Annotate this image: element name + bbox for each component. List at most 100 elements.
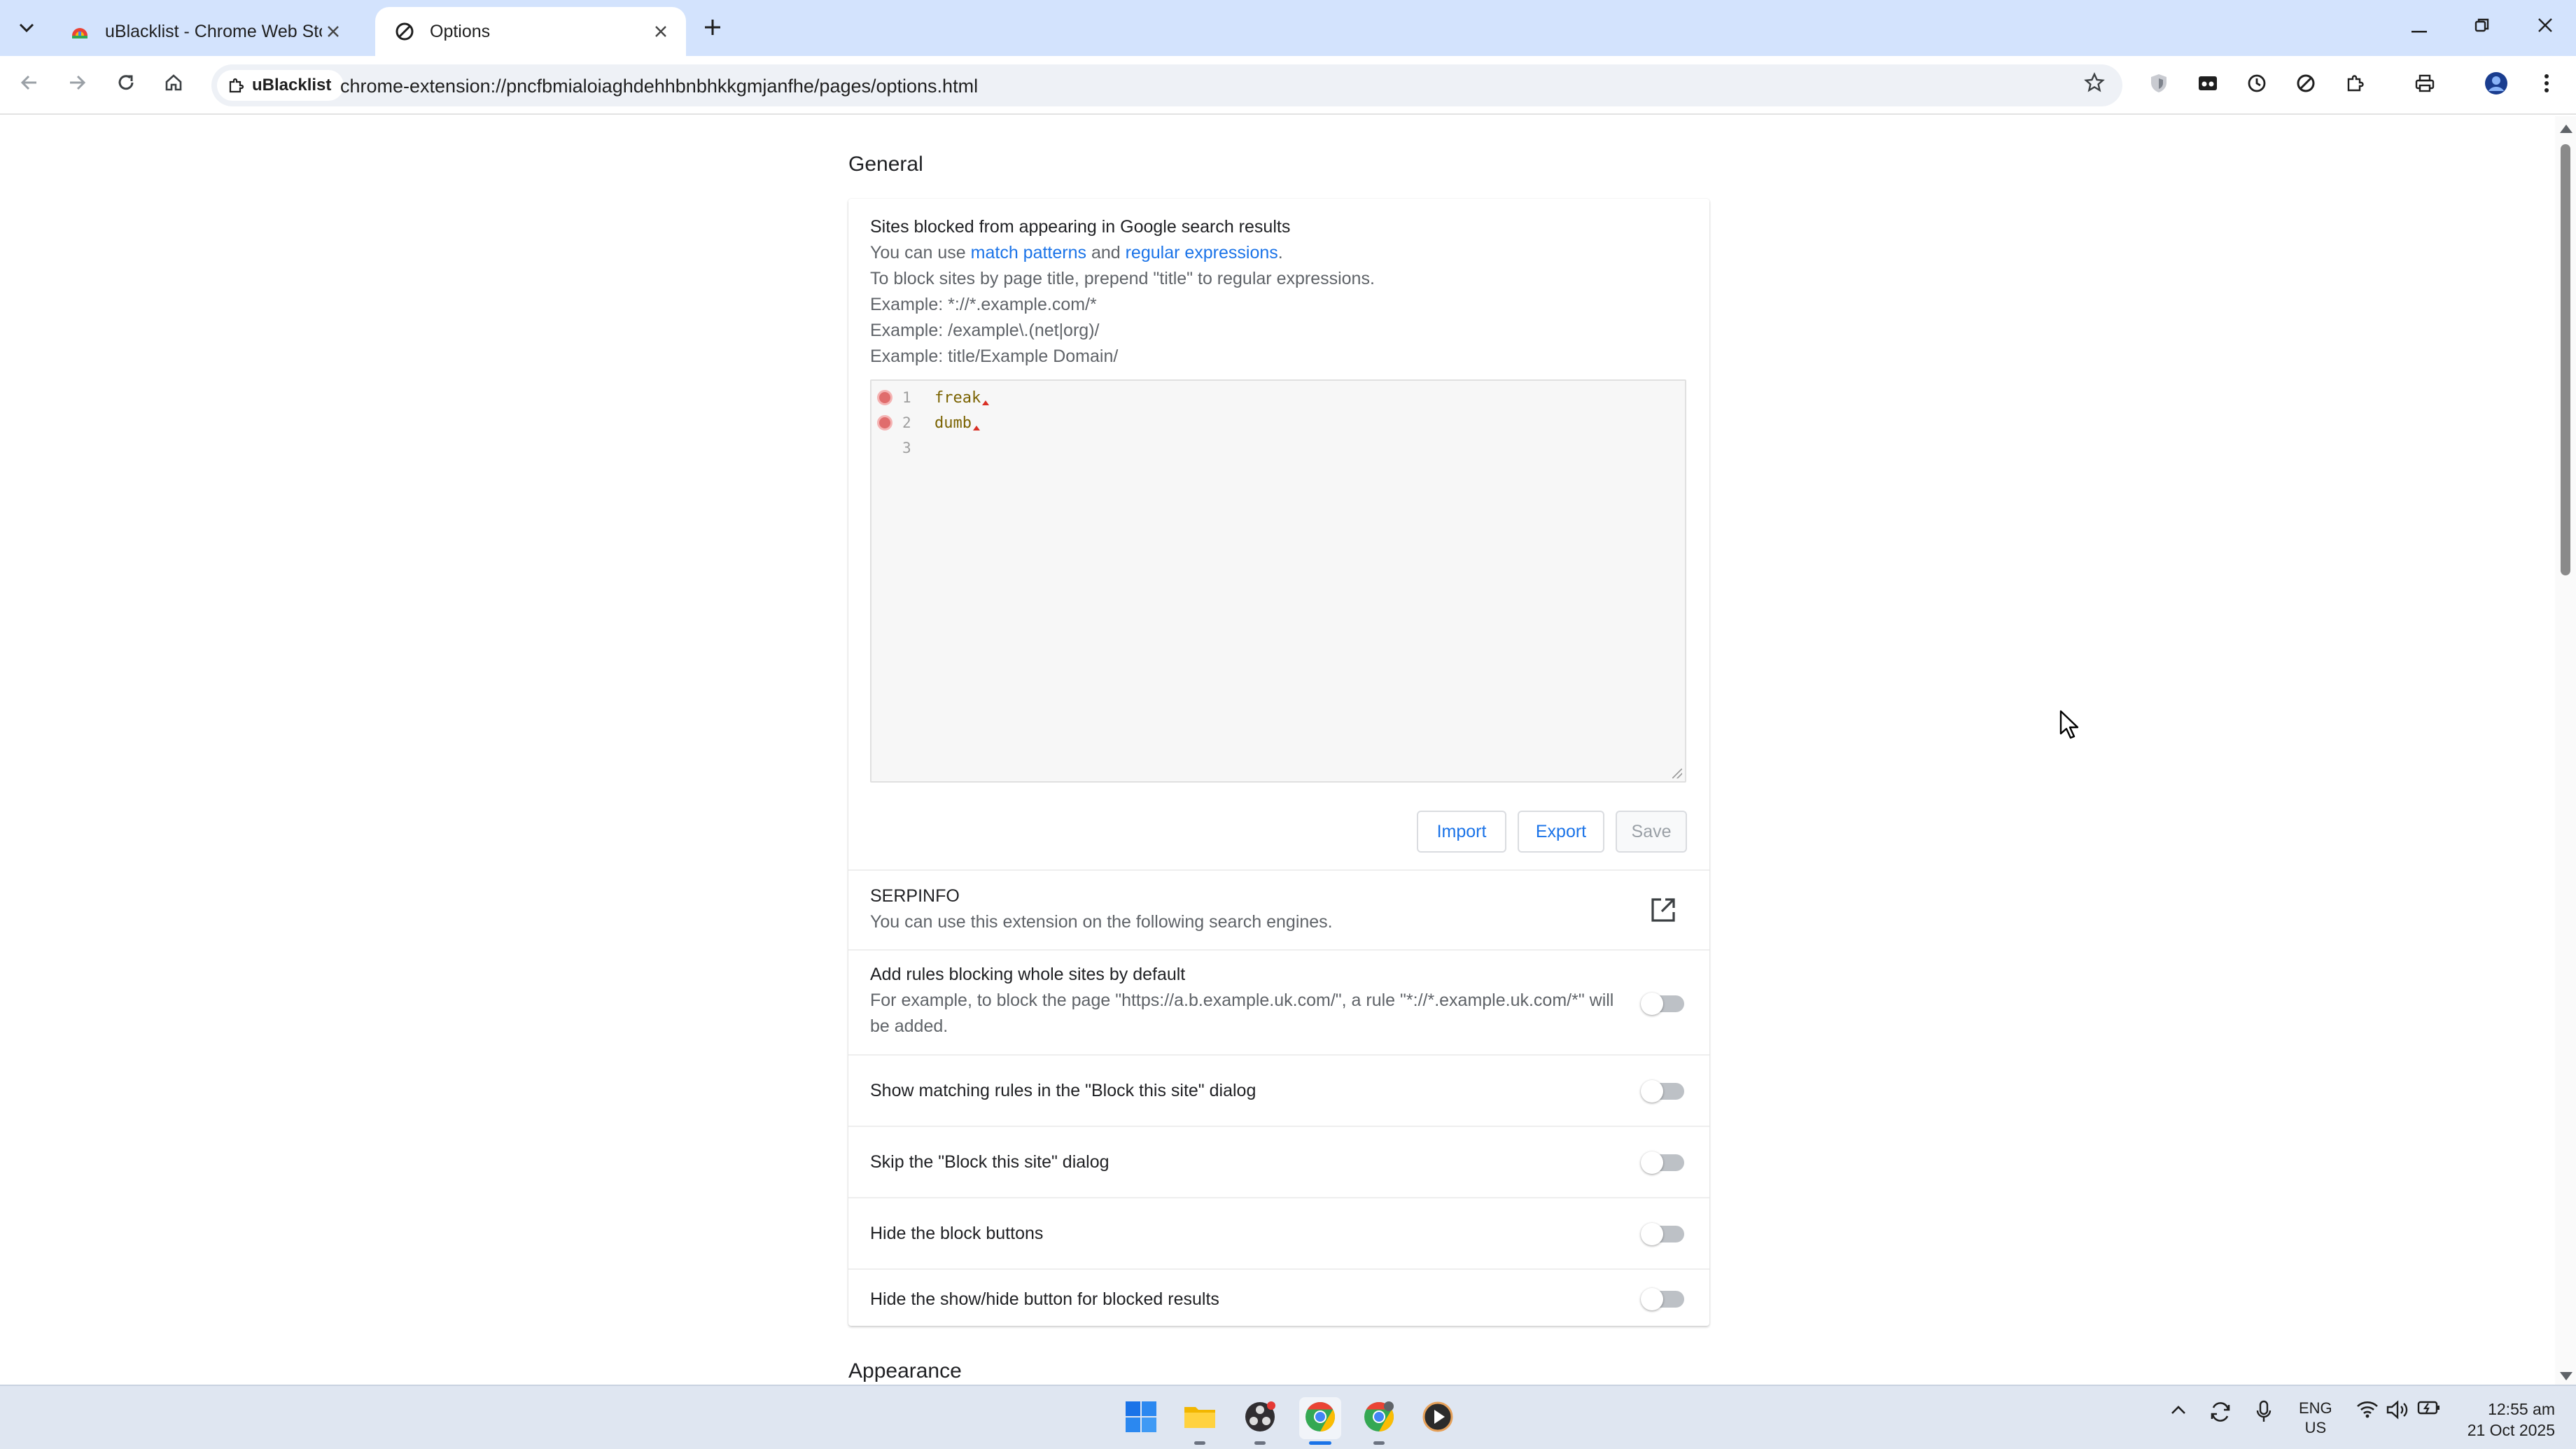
minimize-button[interactable] (2391, 7, 2447, 46)
ublacklist-extension-button[interactable] (2289, 69, 2323, 102)
tab-search-button[interactable] (10, 10, 43, 43)
setting-title: Hide the show/hide button for blocked re… (870, 1289, 1219, 1309)
language-indicator[interactable]: ENG US (2299, 1399, 2332, 1438)
tab-web-store[interactable]: uBlacklist - Chrome Web Store (50, 7, 358, 56)
toggle-show-matching-rules[interactable] (1641, 1080, 1684, 1102)
battery-tray-button[interactable] (2415, 1400, 2443, 1420)
general-settings-card: Sites blocked from appearing in Google s… (848, 199, 1709, 1326)
chevron-up-icon (2171, 1400, 2186, 1420)
regular-expressions-link[interactable]: regular expressions (1126, 243, 1278, 262)
home-button[interactable] (157, 69, 190, 102)
new-tab-button[interactable] (697, 13, 728, 43)
open-in-new-icon[interactable] (1648, 895, 1679, 925)
reload-button[interactable] (109, 69, 143, 102)
toggle-hide-show-hide-button[interactable] (1641, 1288, 1684, 1310)
obs-app-button[interactable] (1239, 1397, 1281, 1445)
scrollbar-thumb[interactable] (2561, 144, 2570, 575)
resize-handle[interactable] (1672, 769, 1682, 778)
line-number: 3 (902, 440, 911, 456)
setting-row-add-rules-whole-sites[interactable]: Add rules blocking whole sites by defaul… (848, 949, 1709, 1054)
close-tab-icon[interactable] (650, 20, 672, 43)
volume-tray-button[interactable] (2383, 1400, 2411, 1424)
chrome-app-button[interactable] (1299, 1397, 1341, 1445)
close-icon (2538, 15, 2553, 38)
print-button[interactable] (2408, 69, 2442, 102)
forward-button[interactable] (60, 69, 94, 102)
shield-extension-button[interactable] (2142, 69, 2176, 102)
running-indicator (1194, 1441, 1205, 1445)
setting-title: Show matching rules in the "Block this s… (870, 1081, 1256, 1100)
setting-title: Skip the "Block this site" dialog (870, 1152, 1110, 1172)
export-button[interactable]: Export (1518, 811, 1604, 853)
history-extension-button[interactable] (2240, 69, 2274, 102)
clock[interactable]: 12:55 am 21 Oct 2025 (2450, 1399, 2555, 1441)
microphone-tray-button[interactable] (2250, 1400, 2278, 1429)
line-number: 1 (902, 389, 911, 406)
rule-text[interactable]: dumb (934, 414, 980, 432)
restore-button[interactable] (2454, 7, 2510, 46)
incognito-extension-button[interactable] (2191, 69, 2225, 102)
file-explorer-button[interactable] (1179, 1397, 1221, 1445)
line-number: 2 (902, 414, 911, 431)
setting-text: Add rules blocking whole sites by defaul… (870, 962, 1625, 1040)
serpinfo-title: SERPINFO (870, 886, 960, 906)
media-player-button[interactable] (1417, 1397, 1459, 1439)
title-hint: To block sites by page title, prepend "t… (870, 269, 1375, 288)
setting-row-hide-block-buttons[interactable]: Hide the block buttons (848, 1197, 1709, 1268)
close-tab-icon[interactable] (322, 20, 344, 43)
plus-icon (704, 13, 722, 43)
setting-desc: For example, to block the page "https://… (870, 990, 1614, 1036)
appearance-heading: Appearance (848, 1359, 962, 1382)
obs-icon (1243, 1400, 1277, 1437)
rule-text[interactable]: freak (934, 389, 989, 407)
clock-date: 21 Oct 2025 (2467, 1421, 2555, 1439)
setting-text: Hide the block buttons (870, 1221, 1688, 1247)
avatar-icon (2484, 71, 2509, 101)
toggle-add-rules-whole-sites[interactable] (1641, 993, 1684, 1015)
back-button[interactable] (13, 69, 46, 102)
play-circle-icon (1421, 1400, 1455, 1437)
page-scrollbar[interactable] (2555, 116, 2576, 1385)
chrome-menu-button[interactable] (2530, 69, 2563, 102)
toggle-skip-block-dialog[interactable] (1641, 1152, 1684, 1174)
start-button[interactable] (1120, 1397, 1162, 1439)
windows-logo-icon (1125, 1401, 1157, 1436)
options-page: General Sites blocked from appearing in … (0, 116, 2555, 1385)
bookmark-star-button[interactable] (2079, 70, 2110, 101)
error-marker-icon[interactable] (877, 415, 892, 430)
serpinfo-text: SERPINFO You can use this extension on t… (870, 883, 1688, 935)
folder-icon (1183, 1403, 1217, 1434)
incognito-icon (2197, 74, 2218, 98)
help-text: and (1086, 243, 1126, 262)
match-patterns-link[interactable]: match patterns (971, 243, 1086, 262)
show-hidden-icons-button[interactable] (2166, 1400, 2191, 1420)
scroll-up-arrow-icon[interactable] (2560, 125, 2572, 133)
profile-avatar-button[interactable] (2479, 69, 2513, 102)
chrome-icon (1303, 1400, 1337, 1437)
serpinfo-row[interactable]: SERPINFO You can use this extension on t… (848, 869, 1709, 949)
setting-row-hide-show-hide-button[interactable]: Hide the show/hide button for blocked re… (848, 1268, 1709, 1326)
blocked-sites-help: You can use match patterns and regular e… (870, 240, 1688, 266)
chrome-profile-app-button[interactable] (1358, 1397, 1400, 1445)
rules-editor[interactable]: 1 freak 2 dumb 3 (870, 379, 1686, 783)
clock-time: 12:55 am (2488, 1400, 2555, 1418)
wifi-tray-button[interactable] (2353, 1400, 2381, 1423)
scroll-down-arrow-icon[interactable] (2560, 1372, 2572, 1380)
setting-row-show-matching-rules[interactable]: Show matching rules in the "Block this s… (848, 1054, 1709, 1126)
toggle-hide-block-buttons[interactable] (1641, 1223, 1684, 1245)
speaker-icon (2386, 1400, 2408, 1424)
extension-puzzle-icon (227, 76, 245, 94)
setting-row-skip-block-dialog[interactable]: Skip the "Block this site" dialog (848, 1126, 1709, 1197)
site-info-chip[interactable]: uBlacklist (217, 70, 344, 101)
sync-tray-button[interactable] (2206, 1400, 2234, 1429)
tab-options[interactable]: Options (375, 7, 686, 56)
extension-puzzle-icon (2345, 74, 2365, 98)
save-button[interactable]: Save (1616, 811, 1687, 853)
extensions-menu-button[interactable] (2338, 69, 2372, 102)
address-bar[interactable]: uBlacklist chrome-extension://pncfbmialo… (211, 64, 2122, 106)
setting-text: Hide the show/hide button for blocked re… (870, 1287, 1688, 1312)
site-chip-label: uBlacklist (252, 76, 332, 94)
error-marker-icon[interactable] (877, 390, 892, 405)
close-window-button[interactable] (2517, 7, 2573, 46)
import-button[interactable]: Import (1417, 811, 1506, 853)
